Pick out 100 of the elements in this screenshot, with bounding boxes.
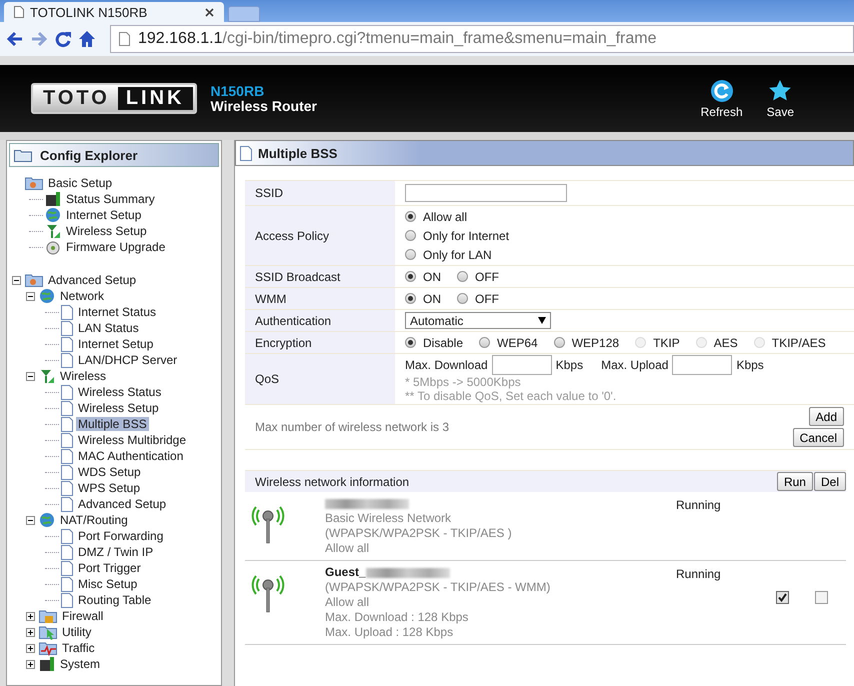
tree-item[interactable]: Misc Setup: [76, 577, 140, 591]
tree-item[interactable]: Network: [58, 289, 106, 303]
tree-item[interactable]: Firewall: [60, 609, 106, 623]
tree-item[interactable]: Multiple BSS: [76, 417, 149, 431]
home-icon[interactable]: [78, 30, 96, 48]
ssid-input[interactable]: [405, 184, 567, 202]
delete-checkbox[interactable]: [815, 591, 828, 604]
limit-note: Max number of wireless network is 3: [255, 420, 450, 434]
page-icon: [61, 480, 73, 496]
tree-item[interactable]: NAT/Routing: [58, 513, 130, 527]
radio-option[interactable]: WEP128: [554, 333, 620, 352]
radio-option[interactable]: Only for LAN: [405, 245, 854, 264]
tree-item[interactable]: Advanced Setup: [46, 273, 138, 287]
cancel-button[interactable]: Cancel: [792, 428, 844, 447]
tree-item[interactable]: System: [58, 657, 102, 671]
add-button[interactable]: Add: [808, 407, 844, 426]
tree-item[interactable]: WPS Setup: [76, 481, 142, 495]
tree-item[interactable]: Wireless Status: [76, 385, 164, 399]
dropdown[interactable]: Automatic: [405, 312, 551, 329]
field-label: Encryption: [245, 332, 395, 353]
page-icon: [61, 352, 73, 368]
radio-option[interactable]: Disable: [405, 333, 464, 352]
folder-cursor-icon: [39, 624, 57, 640]
radio-option[interactable]: OFF: [457, 267, 499, 286]
expand-toggle[interactable]: [23, 628, 37, 636]
radio-option[interactable]: ON: [405, 289, 441, 308]
panel-title: Multiple BSS: [258, 146, 338, 160]
page-icon: [61, 464, 73, 480]
logo: TOTO LINK: [31, 83, 196, 114]
page-icon: [61, 448, 73, 464]
page-icon: [61, 496, 73, 512]
expand-toggle[interactable]: [23, 660, 37, 668]
page-icon: [61, 320, 73, 336]
collapse-toggle[interactable]: [23, 372, 37, 380]
network-detail: Allow all: [325, 541, 370, 556]
browser-tab[interactable]: TOTOLINK N150RB: [4, 2, 224, 22]
radio-option[interactable]: WEP64: [479, 333, 538, 352]
tree-item[interactable]: Routing Table: [76, 593, 154, 607]
delete-button[interactable]: Del: [814, 472, 846, 491]
page-icon: [61, 592, 73, 608]
run-button[interactable]: Run: [776, 472, 813, 491]
collapse-toggle[interactable]: [23, 516, 37, 524]
tree-item[interactable]: LAN/DHCP Server: [76, 353, 180, 367]
page-icon: [61, 384, 73, 400]
run-checkbox[interactable]: [776, 591, 789, 604]
tree-item[interactable]: Wireless: [58, 369, 108, 383]
tree-item[interactable]: Internet Status: [76, 305, 158, 319]
tree-item[interactable]: Wireless Multibridge: [76, 433, 188, 447]
network-detail: Max. Upload : 128 Kbps: [325, 625, 454, 640]
tree-item[interactable]: Wireless Setup: [76, 401, 161, 415]
url-text: 192.168.1.1/cgi-bin/timepro.cgi?tmenu=main_frame&smenu=main_frame: [138, 30, 657, 48]
refresh-button[interactable]: Refresh: [700, 78, 743, 118]
back-icon[interactable]: [6, 31, 24, 47]
hint-text: * 5Mbps -> 5000Kbps: [405, 375, 522, 389]
tree-item[interactable]: Traffic: [60, 641, 97, 655]
radio-option[interactable]: ON: [405, 267, 441, 286]
save-button[interactable]: Save: [766, 78, 794, 118]
radio-option[interactable]: Allow all: [405, 207, 854, 226]
antenna-icon: [45, 223, 61, 239]
collapse-toggle[interactable]: [23, 292, 37, 300]
collapse-toggle[interactable]: [9, 276, 23, 284]
tree-item[interactable]: Basic Setup: [46, 176, 114, 190]
tree-item[interactable]: LAN Status: [76, 321, 141, 335]
unit-label: Kbps: [736, 358, 764, 372]
radio-option[interactable]: Only for Internet: [405, 226, 854, 245]
star-icon: [768, 78, 792, 102]
page-icon: [61, 432, 73, 448]
network-detail: Basic Wireless Network: [325, 511, 452, 526]
tree-item[interactable]: Firmware Upgrade: [64, 240, 168, 254]
status-icon: [39, 656, 55, 672]
tree-item[interactable]: MAC Authentication: [76, 449, 186, 463]
expand-toggle[interactable]: [23, 644, 37, 652]
folder-lock-icon: [39, 608, 57, 624]
tree-item[interactable]: Advanced Setup: [76, 497, 168, 511]
download-input[interactable]: [492, 355, 552, 375]
reload-icon[interactable]: [54, 30, 72, 48]
tree-item[interactable]: Internet Setup: [76, 337, 156, 351]
folder-gear-icon: [25, 175, 43, 191]
tree-item[interactable]: Utility: [60, 625, 94, 639]
page-icon: [119, 32, 130, 46]
status-icon: [45, 191, 61, 207]
tree-item[interactable]: Wireless Setup: [64, 224, 149, 238]
tree-item[interactable]: WDS Setup: [76, 465, 143, 479]
tree-item[interactable]: Internet Setup: [64, 208, 144, 222]
upload-input[interactable]: [672, 355, 732, 375]
tree-item[interactable]: Status Summary: [64, 192, 157, 206]
expand-toggle[interactable]: [23, 612, 37, 620]
radio-option[interactable]: OFF: [457, 289, 499, 308]
page-icon: [61, 576, 73, 592]
field-label: WMM: [245, 288, 395, 309]
tree-item[interactable]: Port Forwarding: [76, 529, 166, 543]
tree-item[interactable]: DMZ / Twin IP: [76, 545, 156, 559]
tree-item[interactable]: Port Trigger: [76, 561, 143, 575]
hint-text: ** To disable QoS, Set each value to '0'.: [405, 389, 618, 403]
close-icon[interactable]: [205, 8, 214, 16]
page-icon: [61, 416, 73, 432]
page-icon: [14, 6, 24, 18]
upload-label: Max. Upload: [601, 358, 668, 372]
address-bar[interactable]: 192.168.1.1/cgi-bin/timepro.cgi?tmenu=main_frame&smenu=main_frame: [110, 25, 854, 53]
globe-icon: [39, 288, 55, 304]
